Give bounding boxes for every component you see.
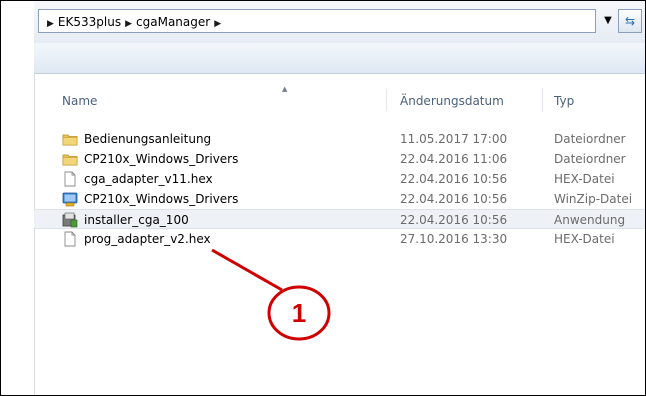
file-date: 22.04.2016 10:56 [400, 213, 508, 227]
file-type: Anwendung [554, 213, 626, 227]
refresh-icon[interactable]: ⇆ [618, 9, 642, 33]
file-type: WinZip-Datei [554, 192, 633, 206]
breadcrumb-item-cgamanager[interactable]: cgaManager [136, 15, 210, 29]
column-separator[interactable] [386, 89, 387, 111]
breadcrumb-arrow-icon[interactable]: ▶ [125, 19, 132, 29]
file-list: Bedienungsanleitung 11.05.2017 17:00 Dat… [34, 129, 645, 249]
list-item[interactable]: prog_adapter_v2.hex 27.10.2016 13:30 HEX… [34, 229, 645, 249]
folder-icon [62, 154, 78, 166]
breadcrumb-item-ek533plus[interactable]: EK533plus [58, 15, 121, 29]
file-date: 22.04.2016 11:06 [400, 152, 508, 166]
sort-ascending-icon: ▲ [282, 85, 288, 93]
breadcrumb-arrow-icon[interactable]: ▶ [47, 19, 54, 29]
file-type: HEX-Datei [554, 172, 615, 186]
zip-icon [62, 192, 78, 207]
file-name: CP210x_Windows_Drivers [84, 192, 239, 206]
file-date: 27.10.2016 13:30 [400, 232, 508, 246]
folder-icon [62, 134, 78, 146]
navigation-pane [1, 1, 35, 395]
address-input[interactable]: ▶ EK533plus ▶ cgaManager ▶ [38, 9, 596, 33]
breadcrumb-arrow-icon[interactable]: ▶ [214, 19, 221, 29]
address-bar: ▶ EK533plus ▶ cgaManager ▶ ▼ ⇆ [34, 1, 645, 44]
file-name: Bedienungsanleitung [84, 132, 212, 146]
installer-icon [62, 212, 78, 228]
list-item[interactable]: cga_adapter_v11.hex 22.04.2016 10:56 HEX… [34, 169, 645, 189]
file-icon [64, 231, 76, 247]
file-name: cga_adapter_v11.hex [84, 172, 213, 186]
file-type: Dateiordner [554, 152, 626, 166]
column-header-type[interactable]: Typ [554, 94, 574, 108]
file-name: CP210x_Windows_Drivers [84, 152, 239, 166]
file-name: installer_cga_100 [84, 213, 189, 227]
list-item[interactable]: CP210x_Windows_Drivers 22.04.2016 10:56 … [34, 189, 645, 209]
file-name: prog_adapter_v2.hex [84, 232, 211, 246]
address-dropdown-icon[interactable]: ▼ [600, 9, 616, 33]
callout-label: 1 [291, 298, 307, 328]
file-date: 22.04.2016 10:56 [400, 192, 508, 206]
file-icon [64, 171, 76, 187]
list-item[interactable]: installer_cga_100 22.04.2016 10:56 Anwen… [34, 209, 645, 229]
list-item[interactable]: Bedienungsanleitung 11.05.2017 17:00 Dat… [34, 129, 645, 149]
file-date: 11.05.2017 17:00 [400, 132, 508, 146]
file-type: HEX-Datei [554, 232, 615, 246]
column-header-date[interactable]: Änderungsdatum [400, 94, 504, 108]
list-item[interactable]: CP210x_Windows_Drivers 22.04.2016 11:06 … [34, 149, 645, 169]
file-type: Dateiordner [554, 132, 626, 146]
command-bar [34, 43, 645, 74]
column-separator[interactable] [542, 89, 543, 111]
column-header-name[interactable]: Name [62, 94, 97, 108]
file-date: 22.04.2016 10:56 [400, 172, 508, 186]
column-header: Name ▲ Änderungsdatum Typ [34, 85, 645, 115]
